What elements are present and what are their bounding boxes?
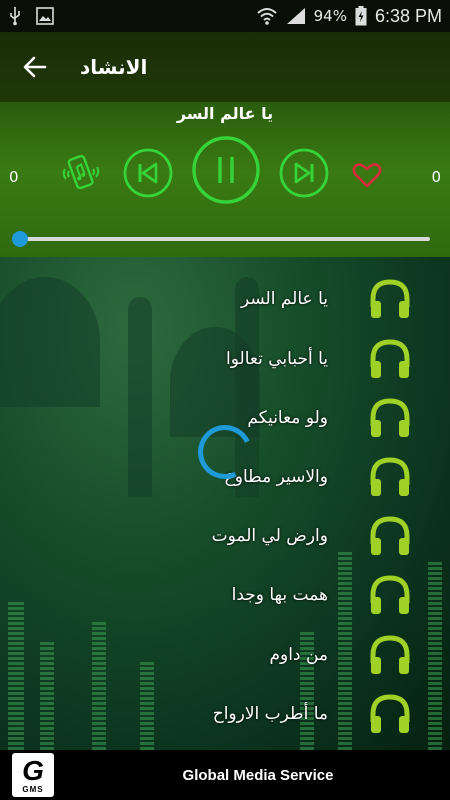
headphones-icon (370, 457, 410, 496)
toolbar: الانشاد (0, 32, 450, 102)
song-list: يا عالم السر يا أحبابي تعالوا ولو معانيك… (0, 257, 450, 750)
wifi-icon (256, 8, 277, 25)
back-button[interactable] (0, 32, 70, 102)
logo-text: GMS (22, 784, 44, 794)
favorite-button[interactable] (351, 159, 383, 191)
elapsed-count: 0 (9, 168, 19, 186)
song-title: همت بها وجدا (231, 585, 328, 605)
headphones-icon (370, 516, 410, 555)
seek-thumb[interactable] (12, 231, 28, 247)
headphones-icon (370, 339, 410, 378)
image-icon (36, 7, 54, 25)
headphones-icon (370, 635, 410, 674)
usb-icon (10, 7, 20, 26)
song-title: من داوم (269, 645, 328, 665)
company-name: Global Media Service (182, 766, 334, 784)
shake-toggle-button[interactable] (58, 150, 104, 196)
seek-bar[interactable] (20, 237, 430, 241)
song-title: وارض لي الموت (211, 526, 328, 546)
list-item[interactable]: همت بها وجدا (0, 565, 450, 625)
pause-button[interactable] (191, 135, 261, 205)
next-button[interactable] (279, 148, 329, 198)
list-item[interactable]: ما أطرب الارواح (0, 684, 450, 744)
pause-icon (192, 136, 260, 204)
previous-button[interactable] (123, 148, 173, 198)
headphones-icon (370, 398, 410, 437)
signal-icon (286, 8, 305, 24)
headphones-icon (370, 575, 410, 614)
heart-icon (352, 163, 382, 188)
back-arrow-icon (23, 56, 47, 78)
status-bar: 94% 6:38 PM (0, 0, 450, 32)
previous-icon (123, 148, 173, 198)
clock: 6:38 PM (374, 5, 442, 26)
headphones-icon (370, 694, 410, 733)
total-count: 0 (431, 168, 441, 186)
next-icon (279, 148, 329, 198)
list-item[interactable]: من داوم (0, 625, 450, 685)
headphones-icon (370, 279, 410, 318)
song-title: يا عالم السر (241, 289, 328, 309)
list-item[interactable]: يا أحبابي تعالوا (0, 329, 450, 389)
song-title: يا أحبابي تعالوا (226, 349, 328, 369)
battery-percent: 94% (313, 7, 347, 25)
list-item[interactable]: وارض لي الموت (0, 506, 450, 566)
player-panel: يا عالم السر 0 0 (0, 102, 450, 257)
song-title: ولو معانيكم (247, 408, 328, 428)
list-item[interactable]: يا عالم السر (0, 269, 450, 329)
page-title: الانشاد (80, 55, 148, 79)
phone-shake-icon (62, 154, 100, 190)
now-playing-title: يا عالم السر (176, 104, 274, 123)
footer-banner[interactable]: G GMS Global Media Service (0, 750, 450, 800)
battery-icon (355, 6, 367, 26)
song-title: ما أطرب الارواح (212, 704, 328, 724)
